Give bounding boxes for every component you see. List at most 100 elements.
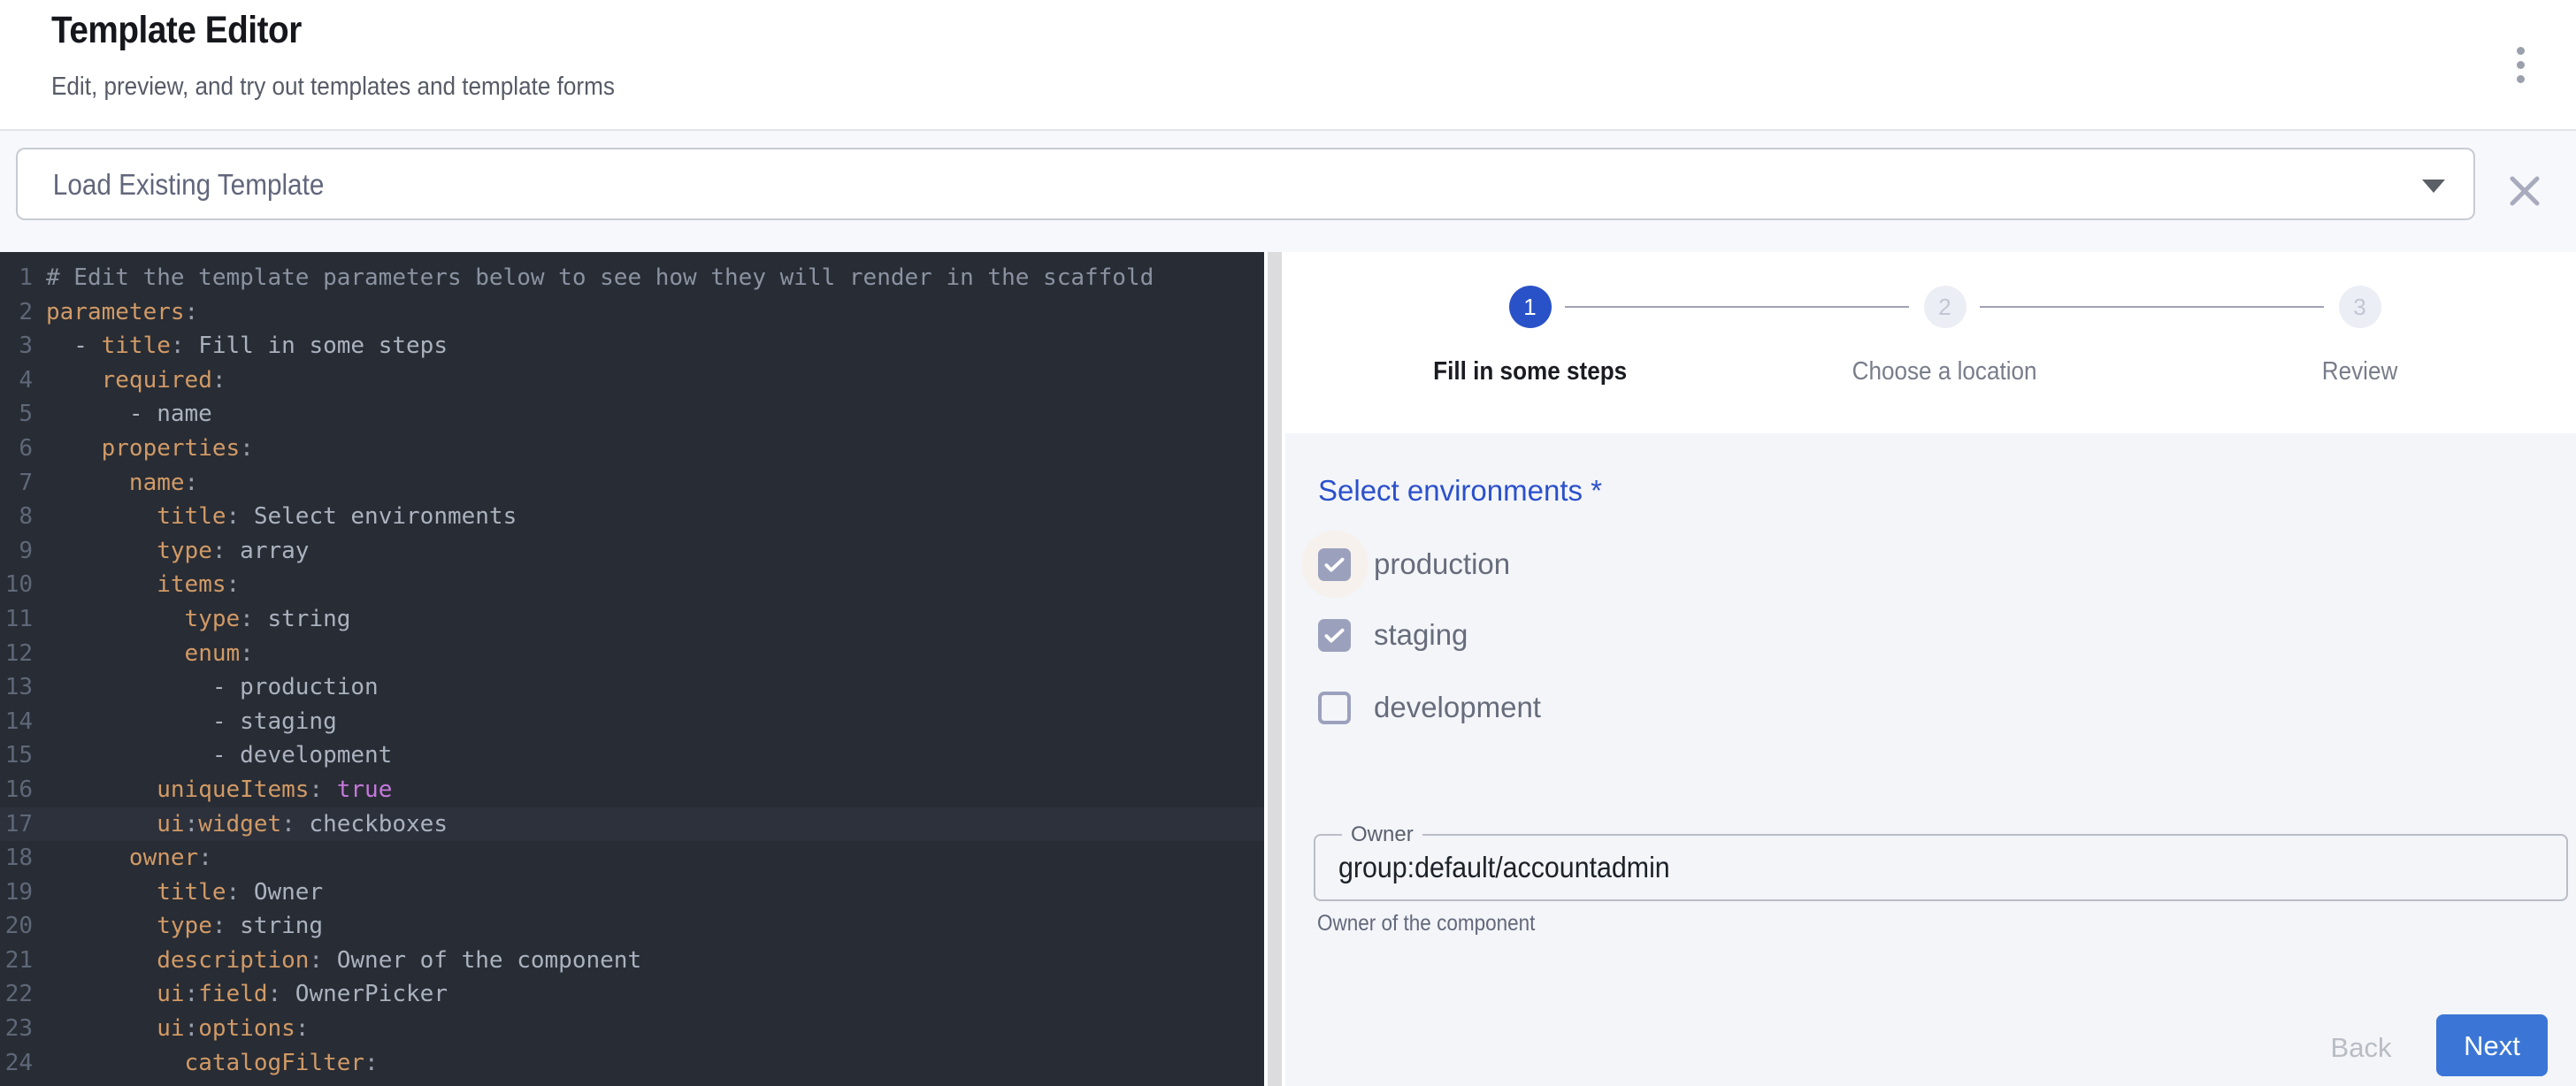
owner-field[interactable]: Owner group:default/accountadmin bbox=[1314, 834, 2568, 901]
checked-checkbox[interactable] bbox=[1318, 548, 1351, 581]
line-number: 20 bbox=[0, 909, 33, 944]
code-line[interactable]: 16 uniqueItems: true bbox=[0, 773, 1264, 807]
code-line[interactable]: 18 owner: bbox=[0, 841, 1264, 876]
checkmark-icon bbox=[1321, 622, 1348, 649]
code-text: type: string bbox=[46, 909, 323, 944]
line-number: 17 bbox=[0, 807, 33, 842]
code-line[interactable]: 3 - title: Fill in some steps bbox=[0, 329, 1264, 363]
yaml-code-editor[interactable]: 1 # Edit the template parameters below to… bbox=[0, 252, 1264, 1086]
line-number: 4 bbox=[0, 363, 33, 398]
page-header: Template Editor Edit, preview, and try o… bbox=[0, 0, 2576, 131]
code-text: # Edit the template parameters below to … bbox=[46, 261, 1154, 295]
editor-scrollbar[interactable] bbox=[1268, 252, 1282, 1086]
code-text: owner: bbox=[46, 841, 212, 876]
template-form: Select environments * production staging d… bbox=[1285, 433, 2576, 1086]
code-line[interactable]: 17 ui:widget: checkboxes bbox=[0, 807, 1264, 842]
line-number: 10 bbox=[0, 568, 33, 602]
code-text: items: bbox=[46, 568, 240, 602]
code-text: type: string bbox=[46, 602, 350, 637]
wizard-stepper: 1 Fill in some steps 2 Choose a location… bbox=[1285, 252, 2576, 433]
line-number: 9 bbox=[0, 534, 33, 569]
line-number: 12 bbox=[0, 637, 33, 671]
checkbox-option-development[interactable]: development bbox=[1318, 690, 1541, 725]
code-line[interactable]: 11 type: string bbox=[0, 602, 1264, 637]
checkmark-icon bbox=[1321, 551, 1348, 578]
code-line[interactable]: 12 enum: bbox=[0, 637, 1264, 671]
code-text: parameters: bbox=[46, 295, 198, 330]
code-line[interactable]: 7 name: bbox=[0, 466, 1264, 501]
line-number: 14 bbox=[0, 705, 33, 739]
code-text: - staging bbox=[46, 705, 337, 739]
more-options-button[interactable] bbox=[2498, 35, 2542, 94]
line-number: 23 bbox=[0, 1012, 33, 1046]
code-line[interactable]: 24 catalogFilter: bbox=[0, 1046, 1264, 1081]
line-number: 21 bbox=[0, 944, 33, 978]
page-title: Template Editor bbox=[51, 9, 302, 52]
code-text: ui:widget: checkboxes bbox=[46, 807, 448, 842]
step-number-badge: 3 bbox=[2339, 286, 2381, 328]
dropdown-caret-icon[interactable] bbox=[2422, 180, 2445, 193]
required-marker: * bbox=[1591, 474, 1602, 507]
step-label: Fill in some steps bbox=[1433, 357, 1627, 386]
step-review[interactable]: 3 Review bbox=[2152, 252, 2567, 433]
step-fill-in-some-steps[interactable]: 1 Fill in some steps bbox=[1322, 252, 1737, 433]
code-text: - name bbox=[46, 397, 212, 432]
code-line[interactable]: 23 ui:options: bbox=[0, 1012, 1264, 1046]
code-line[interactable]: 6 properties: bbox=[0, 432, 1264, 466]
checkbox-option-production[interactable]: production bbox=[1318, 547, 1510, 582]
code-line[interactable]: 19 title: Owner bbox=[0, 876, 1264, 910]
kebab-menu-icon bbox=[2517, 75, 2525, 83]
code-line[interactable]: 10 items: bbox=[0, 568, 1264, 602]
load-existing-template-select[interactable] bbox=[16, 148, 2475, 220]
step-number-badge: 2 bbox=[1924, 286, 1966, 328]
step-choose-a-location[interactable]: 2 Choose a location bbox=[1737, 252, 2152, 433]
code-text: properties: bbox=[46, 432, 254, 466]
checkbox-option-staging[interactable]: staging bbox=[1318, 617, 1468, 653]
code-line[interactable]: 20 type: string bbox=[0, 909, 1264, 944]
line-number: 1 bbox=[0, 261, 33, 295]
code-text: required: bbox=[46, 363, 226, 398]
kebab-menu-icon bbox=[2517, 61, 2525, 69]
checkbox-label: staging bbox=[1374, 618, 1468, 652]
code-line[interactable]: 5 - name bbox=[0, 397, 1264, 432]
kebab-menu-icon bbox=[2517, 47, 2525, 55]
line-number: 3 bbox=[0, 329, 33, 363]
code-line[interactable]: 13 - production bbox=[0, 670, 1264, 705]
code-line[interactable]: 22 ui:field: OwnerPicker bbox=[0, 977, 1264, 1012]
code-line[interactable]: 21 description: Owner of the component bbox=[0, 944, 1264, 978]
code-line[interactable]: 4 required: bbox=[0, 363, 1264, 398]
code-line[interactable]: 2parameters: bbox=[0, 295, 1264, 330]
step-number-badge: 1 bbox=[1509, 286, 1552, 328]
select-environments-label: Select environments * bbox=[1318, 474, 1602, 508]
next-button[interactable]: Next bbox=[2436, 1014, 2548, 1076]
code-line[interactable]: 8 title: Select environments bbox=[0, 500, 1264, 534]
code-text: catalogFilter: bbox=[46, 1046, 379, 1081]
code-text: uniqueItems: true bbox=[46, 773, 392, 807]
line-number: 6 bbox=[0, 432, 33, 466]
checked-checkbox[interactable] bbox=[1318, 619, 1351, 652]
code-line[interactable]: 15 - development bbox=[0, 738, 1264, 773]
step-connector bbox=[1565, 306, 1909, 308]
code-line[interactable]: 14 - staging bbox=[0, 705, 1264, 739]
code-text: name: bbox=[46, 466, 198, 501]
page-subtitle: Edit, preview, and try out templates and… bbox=[51, 73, 615, 102]
back-button[interactable]: Back bbox=[2299, 1026, 2423, 1068]
load-existing-template-input[interactable] bbox=[51, 149, 2157, 220]
code-line[interactable]: 9 type: array bbox=[0, 534, 1264, 569]
unchecked-checkbox[interactable] bbox=[1318, 692, 1351, 724]
checkbox-label: development bbox=[1374, 691, 1541, 724]
step-connector bbox=[1980, 306, 2324, 308]
code-text: title: Owner bbox=[46, 876, 323, 910]
close-button[interactable] bbox=[2503, 170, 2546, 212]
line-number: 16 bbox=[0, 773, 33, 807]
line-number: 24 bbox=[0, 1046, 33, 1081]
code-line[interactable]: 1 # Edit the template parameters below to… bbox=[0, 261, 1264, 295]
code-text: description: Owner of the component bbox=[46, 944, 641, 978]
close-icon bbox=[2503, 170, 2546, 212]
code-text: ui:field: OwnerPicker bbox=[46, 977, 448, 1012]
step-label: Choose a location bbox=[1852, 357, 2037, 386]
code-text: ui:options: bbox=[46, 1012, 309, 1046]
owner-helper-text: Owner of the component bbox=[1317, 911, 1535, 937]
owner-field-value[interactable]: group:default/accountadmin bbox=[1338, 836, 1670, 899]
code-text: - development bbox=[46, 738, 392, 773]
